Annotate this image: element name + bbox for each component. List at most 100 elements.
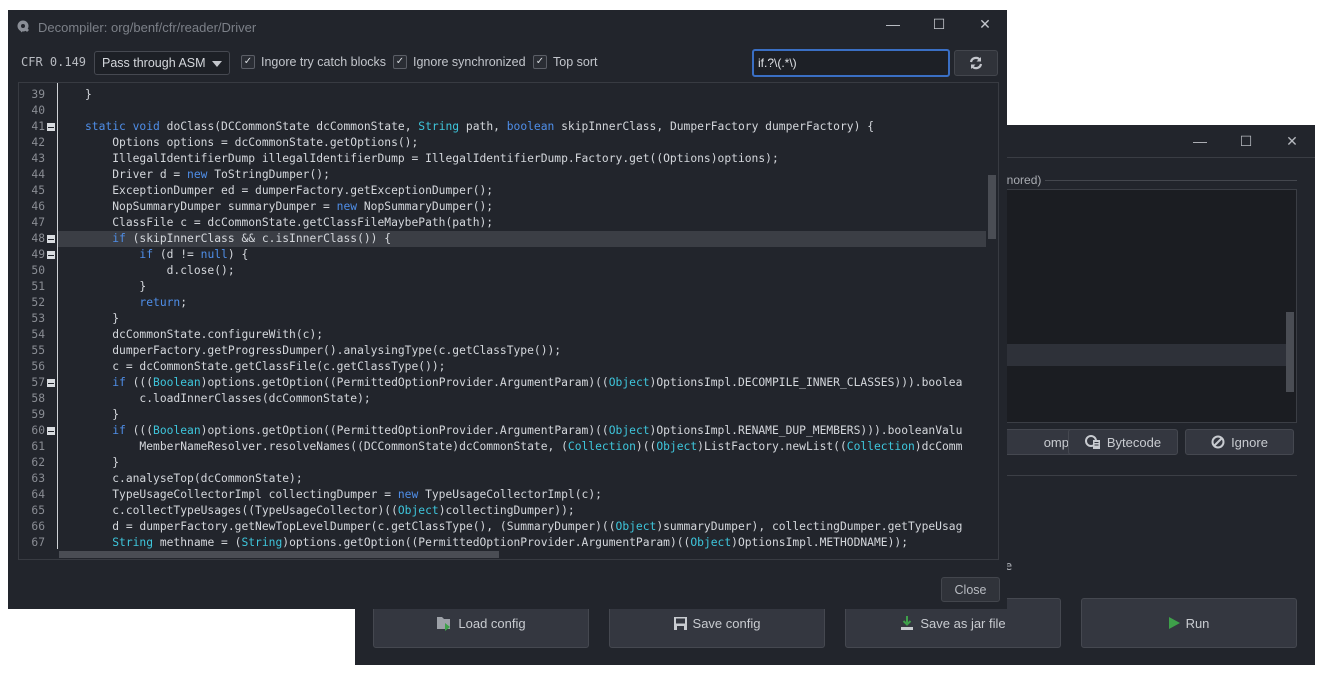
code-token: c.analyseTop(dcCommonState); <box>112 472 303 485</box>
code-line[interactable]: 62 } <box>19 455 986 471</box>
code-line[interactable]: 42 Options options = dcCommonState.getOp… <box>19 135 986 151</box>
code-line[interactable]: 58 c.loadInnerClasses(dcCommonState); <box>19 391 986 407</box>
line-number: 65 <box>31 504 45 517</box>
code-line[interactable]: 40 <box>19 103 986 119</box>
code-line[interactable]: 61 MemberNameResolver.resolveNames((DCCo… <box>19 439 986 455</box>
code-line[interactable]: 39} <box>19 87 986 103</box>
code-token: d.close(); <box>166 264 235 277</box>
run-button[interactable]: Run <box>1081 598 1297 648</box>
ignore-button[interactable]: Ignore <box>1185 429 1294 455</box>
mode-select[interactable]: Pass through ASM <box>94 51 230 75</box>
code-text: return; <box>85 295 187 311</box>
dialog-minimize-button[interactable]: — <box>870 10 916 38</box>
code-token: )(( <box>635 440 657 453</box>
code-line[interactable]: 63 c.analyseTop(dcCommonState); <box>19 471 986 487</box>
line-number: 43 <box>31 152 45 165</box>
line-number: 59 <box>31 408 45 421</box>
code-line[interactable]: 59 } <box>19 407 986 423</box>
code-line[interactable]: 41 static void doClass(DCCommonState dcCo… <box>19 119 986 135</box>
regex-search-input[interactable] <box>752 49 950 77</box>
type-token: Object <box>615 520 657 533</box>
code-token: )options.getOption((PermittedOptionProvi… <box>282 536 691 549</box>
dialog-close-x-button[interactable]: ✕ <box>962 10 1008 38</box>
save-icon <box>673 616 687 630</box>
code-text: static void doClass(DCCommonState dcComm… <box>85 119 874 135</box>
line-number: 39 <box>31 88 45 101</box>
code-line[interactable]: 50 d.close(); <box>19 263 986 279</box>
code-line[interactable]: 43 IllegalIdentifierDump illegalIdentifi… <box>19 151 986 167</box>
checkbox-check-icon[interactable]: ✓ <box>533 55 547 69</box>
ignore-synchronized-checkbox[interactable]: ✓ Ignore synchronized <box>393 55 526 69</box>
line-number: 45 <box>31 184 45 197</box>
code-token: ((( <box>125 376 154 389</box>
line-number: 53 <box>31 312 45 325</box>
code-line[interactable]: 60 if (((Boolean)options.getOption((Perm… <box>19 423 986 439</box>
code-token: ClassFile c = dcCommonState.getClassFile… <box>112 216 494 229</box>
group-border <box>1005 180 1297 181</box>
line-number: 64 <box>31 488 45 501</box>
fold-collapse-icon[interactable] <box>47 251 55 259</box>
code-token: )options.getOption((PermittedOptionProvi… <box>200 376 609 389</box>
checkbox-check-icon[interactable]: ✓ <box>393 55 407 69</box>
fold-collapse-icon[interactable] <box>47 235 55 243</box>
minimize-button[interactable]: — <box>1177 125 1223 157</box>
code-line[interactable]: 45 ExceptionDumper ed = dumperFactory.ge… <box>19 183 986 199</box>
dialog-maximize-button[interactable]: ☐ <box>916 10 962 38</box>
close-button[interactable]: Close <box>941 577 1000 602</box>
line-number: 56 <box>31 360 45 373</box>
code-line[interactable]: 56 c = dcCommonState.getClassFile(c.getC… <box>19 359 986 375</box>
code-line[interactable]: 47 ClassFile c = dcCommonState.getClassF… <box>19 215 986 231</box>
code-line[interactable]: 57 if (((Boolean)options.getOption((Perm… <box>19 375 986 391</box>
type-token: Object <box>656 440 698 453</box>
ignore-try-catch-checkbox[interactable]: ✓ Ingore try catch blocks <box>241 55 386 69</box>
code-line[interactable]: 65 c.collectTypeUsages((TypeUsageCollect… <box>19 503 986 519</box>
fold-collapse-icon[interactable] <box>47 379 55 387</box>
bytecode-button[interactable]: Bytecode <box>1068 429 1178 455</box>
code-line[interactable]: 66 d = dumperFactory.getNewTopLevelDumpe… <box>19 519 986 535</box>
code-line[interactable]: 52 return; <box>19 295 986 311</box>
code-token: MemberNameResolver.resolveNames((DCCommo… <box>139 440 568 453</box>
fold-collapse-icon[interactable] <box>47 123 55 131</box>
line-number: 60 <box>31 424 45 437</box>
line-number: 57 <box>31 376 45 389</box>
code-text: d.close(); <box>85 263 235 279</box>
refresh-icon <box>969 56 983 70</box>
code-line[interactable]: 51 } <box>19 279 986 295</box>
decompiler-eye-icon <box>17 20 29 33</box>
class-list[interactable] <box>995 189 1297 423</box>
code-token: dcCommonState.configureWith(c); <box>112 328 324 341</box>
code-line[interactable]: 49 if (d != null) { <box>19 247 986 263</box>
code-text: Driver d = new ToStringDumper(); <box>85 167 330 183</box>
code-line[interactable]: 55 dumperFactory.getProgressDumper().ana… <box>19 343 986 359</box>
load-config-icon <box>437 617 451 631</box>
code-editor[interactable]: 39} 40 41 static void doClass(DCCommonState… <box>18 82 999 560</box>
line-number: 48 <box>19 231 45 247</box>
code-line[interactable]: 48 if (skipInnerClass && c.isInnerClass(… <box>19 231 986 247</box>
code-line[interactable]: 44 Driver d = new ToStringDumper(); <box>19 167 986 183</box>
save-jar-label: Save as jar file <box>920 615 1006 631</box>
editor-vertical-scrollbar[interactable] <box>988 175 996 239</box>
line-number: 58 <box>31 392 45 405</box>
line-number: 51 <box>31 280 45 293</box>
selected-list-item[interactable] <box>996 344 1286 366</box>
code-text: dumperFactory.getProgressDumper().analys… <box>85 343 561 359</box>
line-number: 55 <box>31 344 45 357</box>
code-line[interactable]: 67 String methname = (String)options.get… <box>19 535 986 551</box>
keyword-token: boolean <box>506 120 555 133</box>
editor-horizontal-scrollbar[interactable] <box>59 551 499 558</box>
maximize-button[interactable]: ☐ <box>1223 125 1269 157</box>
top-sort-checkbox[interactable]: ✓ Top sort <box>533 55 597 69</box>
list-scrollbar[interactable] <box>1286 312 1294 392</box>
code-line[interactable]: 53 } <box>19 311 986 327</box>
fold-collapse-icon[interactable] <box>47 427 55 435</box>
refresh-button[interactable] <box>954 50 998 76</box>
code-token: c = dcCommonState.getClassFile(c.getClas… <box>112 360 446 373</box>
type-token: Boolean <box>153 424 201 437</box>
code-line[interactable]: 64 TypeUsageCollectorImpl collectingDump… <box>19 487 986 503</box>
checkbox-check-icon[interactable]: ✓ <box>241 55 255 69</box>
code-token: } <box>85 88 92 101</box>
code-line[interactable]: 54 dcCommonState.configureWith(c); <box>19 327 986 343</box>
close-window-button[interactable]: ✕ <box>1269 125 1315 157</box>
code-line[interactable]: 46 NopSummaryDumper summaryDumper = new … <box>19 199 986 215</box>
